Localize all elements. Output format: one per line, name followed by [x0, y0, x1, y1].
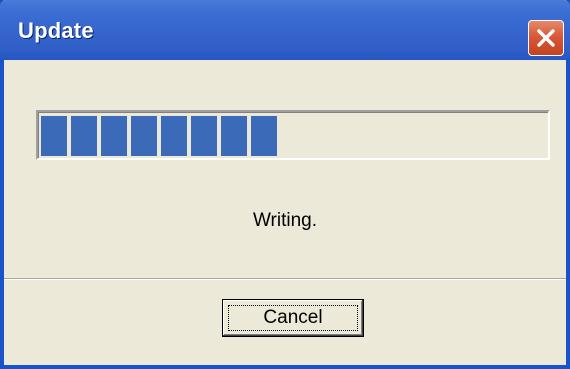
- progress-segment: [41, 116, 67, 156]
- progress-segment: [161, 116, 187, 156]
- progress-segment: [221, 116, 247, 156]
- title-bar[interactable]: Update: [0, 0, 570, 60]
- progress-segment: [71, 116, 97, 156]
- progress-segment: [101, 116, 127, 156]
- close-button[interactable]: [528, 20, 564, 56]
- progress-fill: [41, 116, 277, 156]
- window-title: Update: [18, 18, 94, 43]
- divider: [4, 278, 566, 280]
- progress-segment: [131, 116, 157, 156]
- cancel-button-label: Cancel: [263, 307, 323, 328]
- progress-bar: [36, 110, 550, 160]
- dialog-content: Writing. Cancel: [4, 60, 566, 365]
- close-icon: [537, 29, 555, 47]
- cancel-button[interactable]: Cancel: [222, 299, 364, 337]
- update-dialog: Update Writing. Cancel: [0, 0, 570, 369]
- progress-segment: [191, 116, 217, 156]
- status-text: Writing.: [252, 210, 318, 231]
- progress-segment: [251, 116, 277, 156]
